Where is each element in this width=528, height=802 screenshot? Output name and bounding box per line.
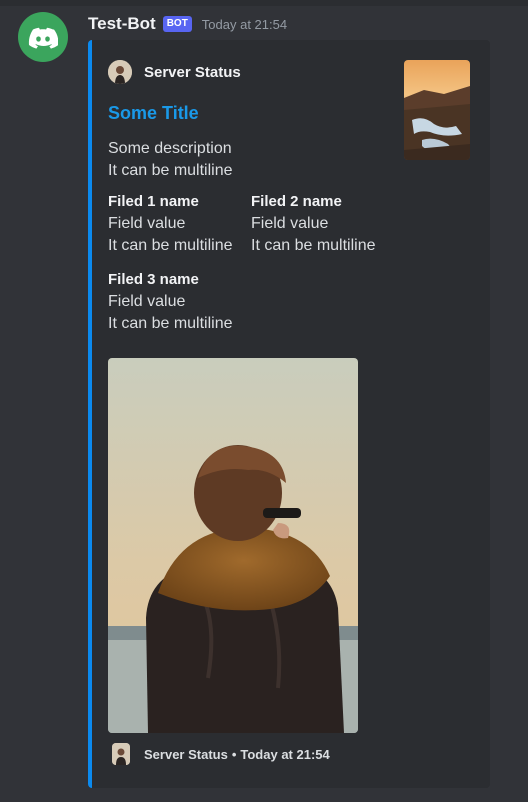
footer-separator: • bbox=[231, 746, 237, 762]
discord-logo-icon bbox=[28, 27, 58, 49]
message-timestamp: Today at 21:54 bbox=[201, 16, 288, 32]
embed-footer: Server Status • Today at 21:54 bbox=[112, 743, 330, 765]
field-name: Filed 1 name bbox=[108, 193, 199, 210]
embed-title[interactable]: Some Title bbox=[108, 103, 199, 124]
embed-author: Server Status bbox=[108, 60, 241, 84]
description-line: Some description bbox=[108, 140, 232, 157]
bot-badge: BOT bbox=[162, 16, 192, 32]
footer-text: Server Status • Today at 21:54 bbox=[144, 747, 330, 762]
embed-field-2: Filed 2 name Field value It can be multi… bbox=[251, 191, 376, 257]
message-header: Test-Bot BOT Today at 21:54 bbox=[88, 13, 287, 35]
bot-avatar[interactable] bbox=[18, 12, 68, 62]
field-value: Field value bbox=[108, 215, 186, 232]
field-value: It can be multiline bbox=[251, 237, 376, 254]
field-value: Field value bbox=[251, 215, 329, 232]
field-value: It can be multiline bbox=[108, 237, 233, 254]
field-value: Field value bbox=[108, 293, 186, 310]
field-name: Filed 3 name bbox=[108, 271, 199, 288]
footer-icon bbox=[112, 743, 130, 765]
embed-field-3: Filed 3 name Field value It can be multi… bbox=[108, 269, 233, 335]
top-strip bbox=[0, 0, 528, 6]
username[interactable]: Test-Bot bbox=[88, 14, 156, 34]
author-name[interactable]: Server Status bbox=[144, 64, 241, 81]
embed: Server Status Some Title Some descriptio… bbox=[88, 40, 490, 788]
embed-description: Some description It can be multiline bbox=[108, 138, 233, 182]
embed-image[interactable] bbox=[108, 358, 358, 733]
embed-field-1: Filed 1 name Field value It can be multi… bbox=[108, 191, 233, 257]
field-value: It can be multiline bbox=[108, 315, 233, 332]
description-line: It can be multiline bbox=[108, 162, 233, 179]
embed-thumbnail[interactable] bbox=[404, 60, 470, 160]
author-icon bbox=[108, 60, 132, 84]
footer-timestamp: Today at 21:54 bbox=[240, 746, 330, 762]
footer-label: Server Status bbox=[144, 746, 228, 762]
field-name: Filed 2 name bbox=[251, 193, 342, 210]
